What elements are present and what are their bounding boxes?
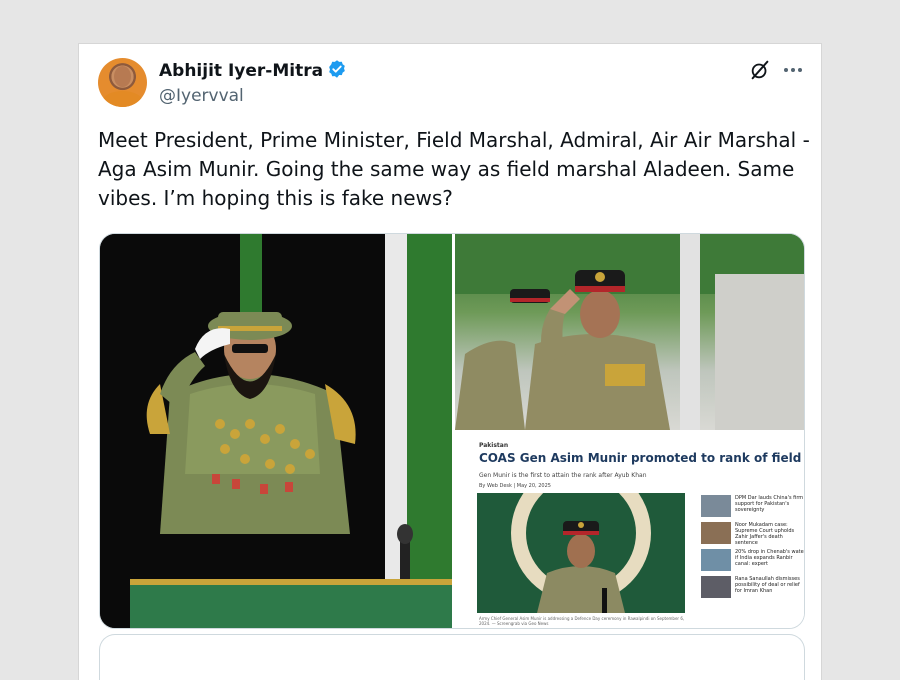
tweet-text: Meet President, Prime Minister, Field Ma… xyxy=(98,128,810,210)
news-headline: COAS Gen Asim Munir promoted to rank of … xyxy=(479,451,804,465)
news-sidebar-text: DPM Dar lauds China's firm support for P… xyxy=(735,495,804,513)
saluting-general-illustration xyxy=(100,234,452,628)
quoted-card-edge xyxy=(99,634,805,680)
news-sidebar-thumb xyxy=(701,576,731,598)
media-photo-left[interactable] xyxy=(100,234,452,628)
news-sidebar-text: 20% drop in Chenab's water if India expa… xyxy=(735,549,805,567)
author-handle[interactable]: @Iyervval xyxy=(159,86,244,106)
author-name-row[interactable]: Abhijit Iyer-Mitra xyxy=(159,59,347,81)
news-sidebar-item[interactable]: Rana Sanaullah dismisses possibility of … xyxy=(701,576,804,600)
grok-icon[interactable] xyxy=(749,59,771,81)
author-name[interactable]: Abhijit Iyer-Mitra xyxy=(159,61,323,81)
media-news-screenshot[interactable]: Pakistan COAS Gen Asim Munir promoted to… xyxy=(455,433,805,628)
more-icon[interactable] xyxy=(782,61,804,79)
news-sidebar-item[interactable]: DPM Dar lauds China's firm support for P… xyxy=(701,495,804,519)
avatar-shoulders xyxy=(102,91,143,107)
tweet-card: Abhijit Iyer-Mitra @Iyervval Meet Presid… xyxy=(78,43,822,680)
news-photo-caption: Army Chief General Asim Munir is address… xyxy=(479,616,685,626)
verified-badge-icon xyxy=(329,60,345,78)
news-sidebar-item[interactable]: 20% drop in Chenab's water if India expa… xyxy=(701,549,805,573)
news-kicker: Pakistan xyxy=(479,442,509,449)
tweet-media-grid[interactable]: Pakistan COAS Gen Asim Munir promoted to… xyxy=(99,233,805,629)
news-sidebar-text: Noor Mukadam case: Supreme Court upholds… xyxy=(735,522,795,546)
news-photo-illustration xyxy=(477,493,685,613)
news-sidebar-thumb xyxy=(701,495,731,517)
author-avatar[interactable] xyxy=(98,58,147,107)
news-sidebar-item[interactable]: Noor Mukadam case: Supreme Court upholds… xyxy=(701,522,804,546)
media-photo-top-right[interactable] xyxy=(455,234,804,430)
avatar-head xyxy=(114,66,131,87)
news-byline: By Web Desk | May 20, 2025 xyxy=(479,483,551,489)
news-subheading: Gen Munir is the first to attain the ran… xyxy=(479,472,647,479)
news-photo xyxy=(477,493,685,613)
news-sidebar-thumb xyxy=(701,522,731,544)
news-sidebar-thumb xyxy=(701,549,731,571)
officer-salute-illustration xyxy=(455,234,804,430)
news-sidebar-text: Rana Sanaullah dismisses possibility of … xyxy=(735,576,800,594)
